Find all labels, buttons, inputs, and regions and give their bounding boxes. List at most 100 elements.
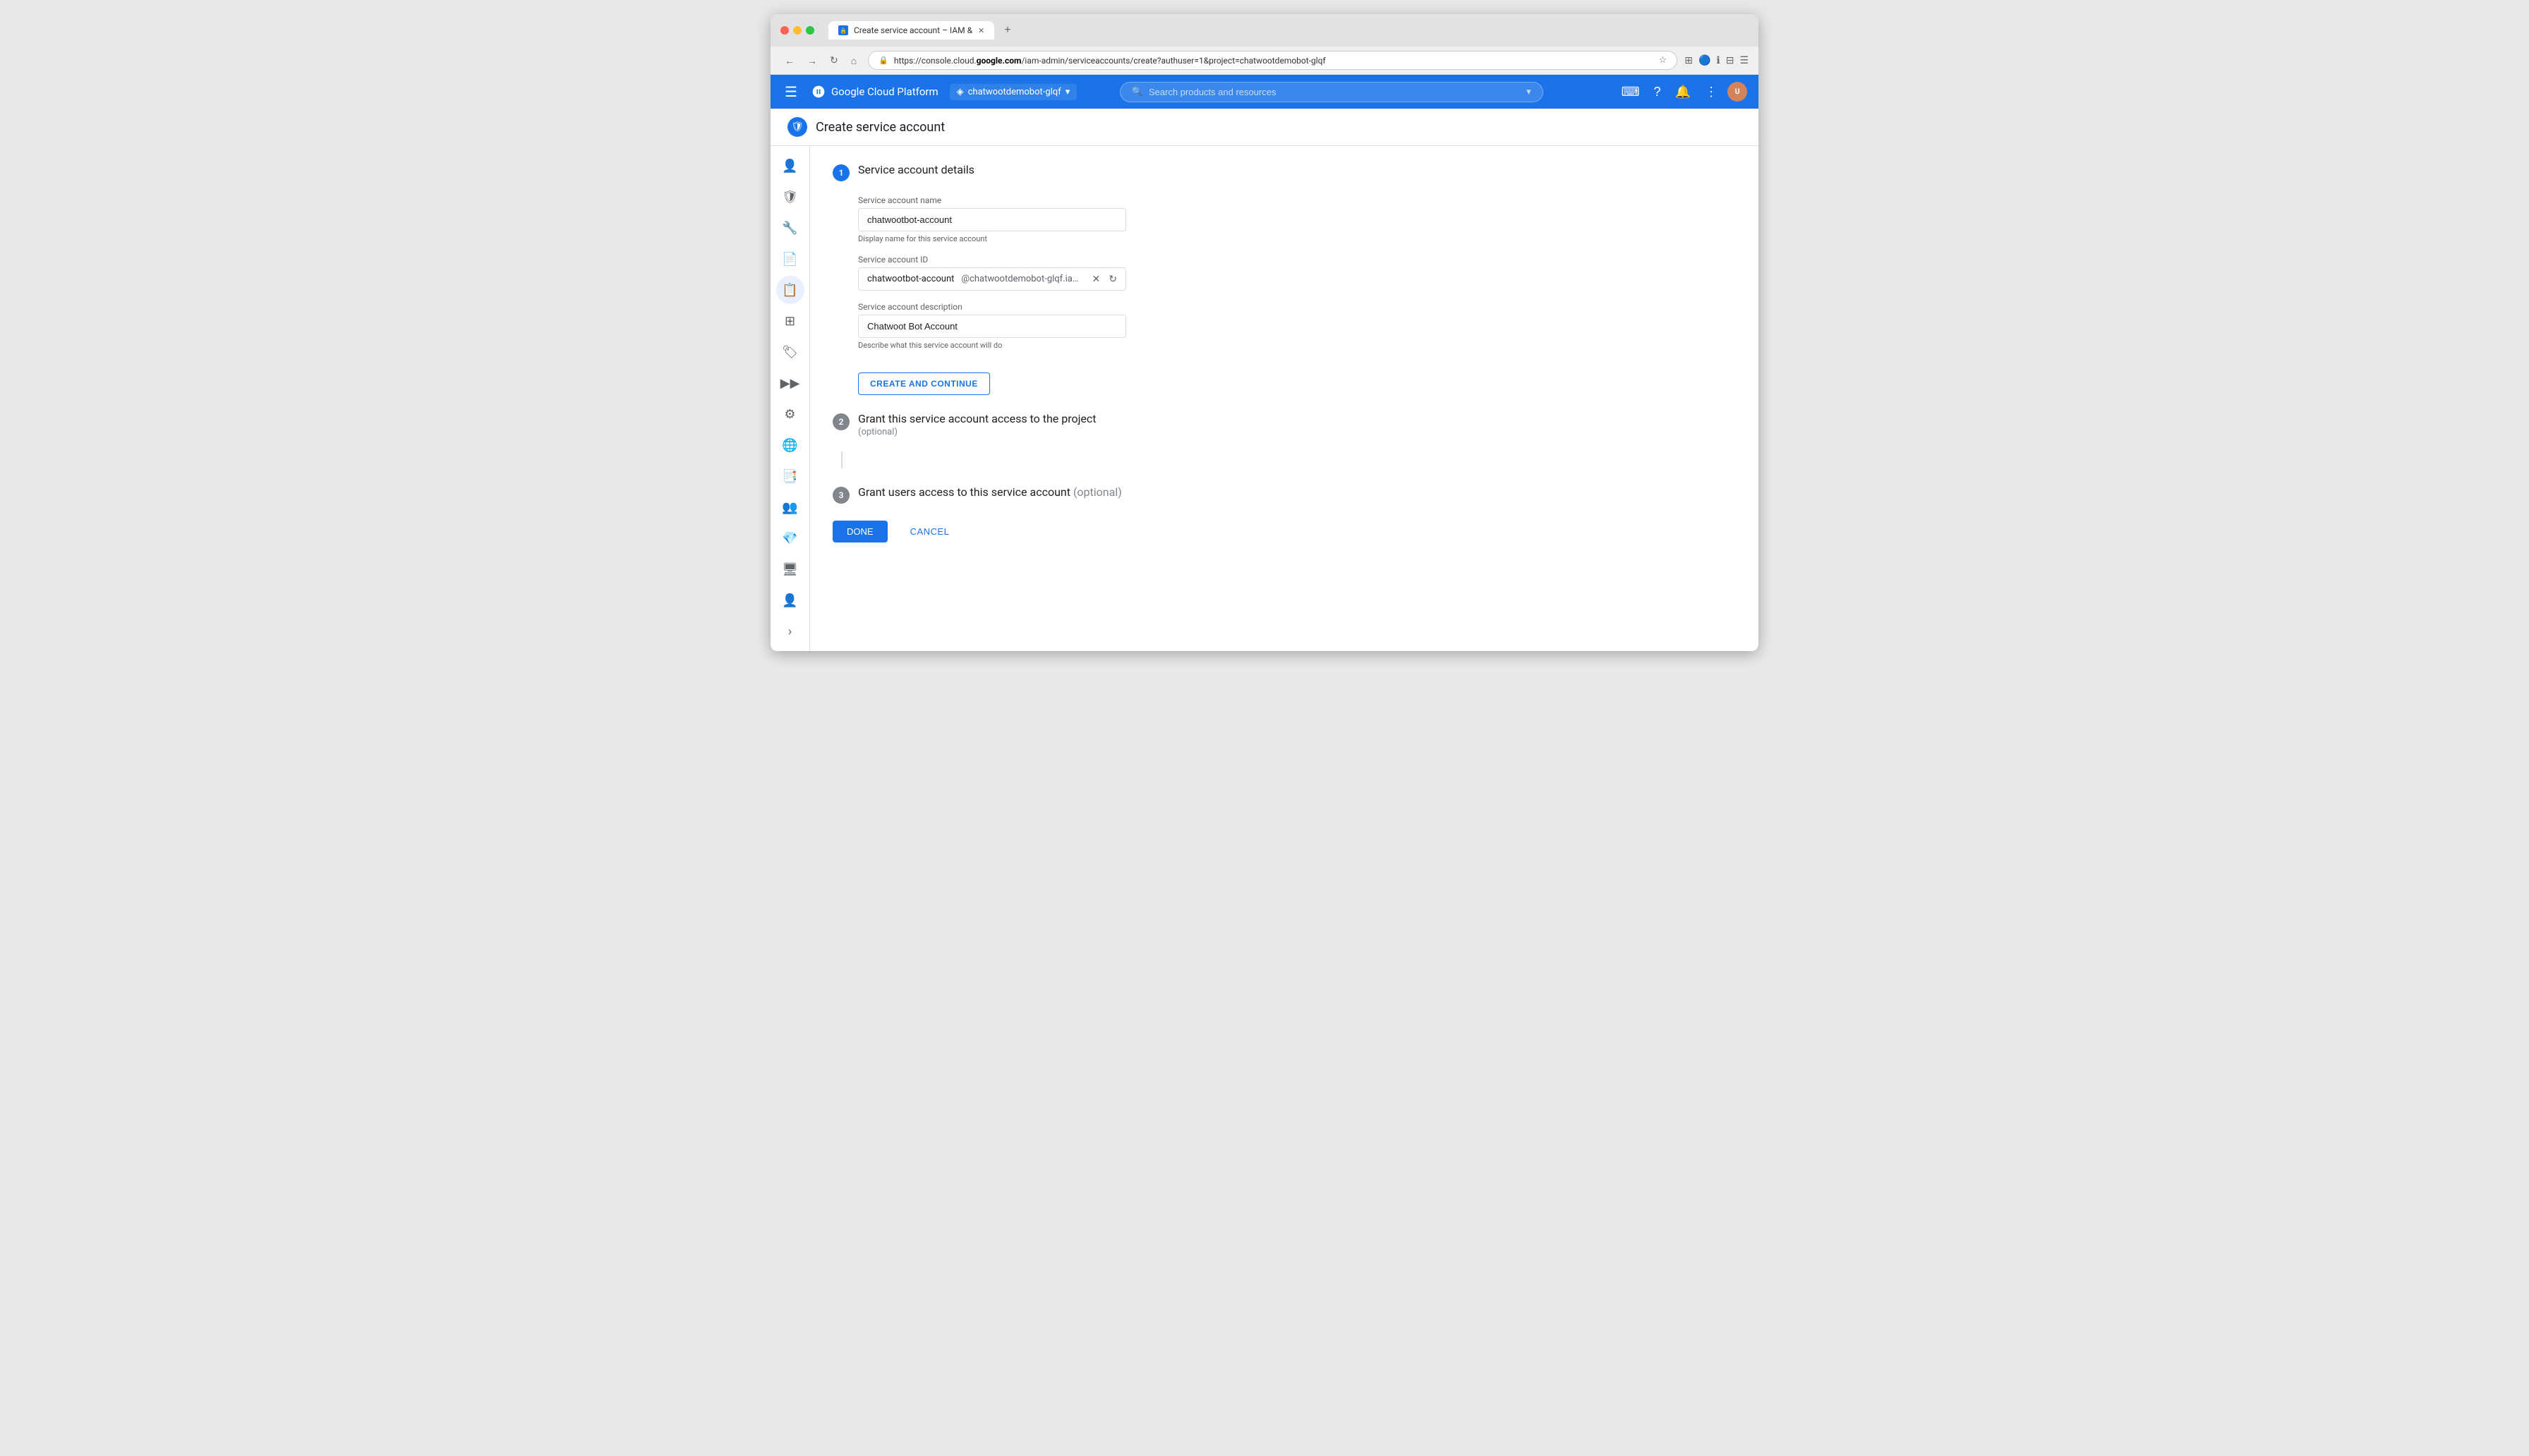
refresh-button[interactable]: ↻ xyxy=(826,51,843,69)
close-window-button[interactable] xyxy=(780,26,789,35)
info-button[interactable]: ℹ xyxy=(1716,54,1720,66)
url-text: https://console.cloud.google.com/iam-adm… xyxy=(894,56,1653,66)
service-account-id-actions: ✕ ↻ xyxy=(1084,270,1125,288)
gcp-project-dropdown-icon: ▾ xyxy=(1066,87,1070,97)
gcp-sidebar: 👤 🛡 🔧 📄 📋 ⊞ 🏷 ▶▶ ⚙ 🌐 📑 👥 💎 🖥 👤 › xyxy=(771,146,810,651)
bookmark-icon[interactable]: ☆ xyxy=(1659,55,1667,66)
done-button[interactable]: DONE xyxy=(833,521,888,542)
extensions-button[interactable]: ⊞ xyxy=(1684,54,1693,66)
gcp-project-name: chatwootdemobot-glqf xyxy=(968,87,1061,97)
gcp-main-content: 1 Service account details Service accoun… xyxy=(810,146,1758,651)
service-account-name-label: Service account name xyxy=(858,195,1736,205)
service-account-description-hint: Describe what this service account will … xyxy=(858,341,1736,350)
step3-optional: (optional) xyxy=(1073,485,1122,499)
sidebar-item-tools[interactable]: 🔧 xyxy=(776,214,804,242)
step3-header: 3 Grant users access to this service acc… xyxy=(833,485,1736,504)
notifications-button[interactable]: 🔔 xyxy=(1671,80,1695,104)
cloud-shell-button[interactable]: ⌨ xyxy=(1617,80,1644,104)
maximize-window-button[interactable] xyxy=(806,26,814,35)
tab-favicon-icon: 🔒 xyxy=(838,25,848,35)
filter-button[interactable]: ⊟ xyxy=(1726,54,1734,66)
sidebar-item-reports[interactable]: 📑 xyxy=(776,462,804,490)
step2-header: 2 Grant this service account access to t… xyxy=(833,412,1736,437)
tab-close-button[interactable]: ✕ xyxy=(978,26,984,35)
new-tab-button[interactable]: + xyxy=(998,21,1016,40)
sidebar-item-policy[interactable]: 🌐 xyxy=(776,431,804,459)
browser-titlebar: 🔒 Create service account – IAM & ✕ + xyxy=(771,14,1758,47)
step2-title: Grant this service account access to the… xyxy=(858,412,1097,425)
active-tab[interactable]: 🔒 Create service account – IAM & ✕ xyxy=(828,21,994,40)
gcp-project-selector[interactable]: ◈ chatwootdemobot-glqf ▾ xyxy=(950,84,1078,100)
create-and-continue-button[interactable]: CREATE AND CONTINUE xyxy=(858,372,990,395)
gcp-topnav: ☰ Google Cloud Platform ◈ chatwootdemobo… xyxy=(771,75,1758,109)
gcp-logo-icon xyxy=(811,85,826,99)
sidebar-item-tags[interactable]: 🏷 xyxy=(776,338,804,366)
browser-window: 🔒 Create service account – IAM & ✕ + ← →… xyxy=(771,14,1758,651)
service-account-description-input[interactable] xyxy=(858,315,1126,338)
service-account-id-row: chatwootbot-account @chatwootdemobot-glq… xyxy=(858,267,1126,291)
address-bar: ← → ↻ ⌂ 🔒 https://console.cloud.google.c… xyxy=(771,47,1758,75)
gcp-logo-text: Google Cloud Platform xyxy=(831,85,938,98)
service-account-id-field: Service account ID chatwootbot-account @… xyxy=(858,255,1736,291)
gcp-search-dropdown-icon: ▾ xyxy=(1526,87,1531,97)
forward-button[interactable]: → xyxy=(803,51,821,69)
service-account-id-clear-button[interactable]: ✕ xyxy=(1090,270,1104,288)
step1-number: 1 xyxy=(833,164,850,181)
gcp-app: ☰ Google Cloud Platform ◈ chatwootdemobo… xyxy=(771,75,1758,651)
sidebar-item-roles[interactable]: 📋 xyxy=(776,276,804,304)
sidebar-item-config[interactable]: ⚙ xyxy=(776,400,804,428)
user-avatar[interactable]: U xyxy=(1727,82,1747,102)
browser-action-buttons: ⊞ 🔵 ℹ ⊟ ☰ xyxy=(1684,54,1749,66)
step3-number: 3 xyxy=(833,487,850,504)
sidebar-item-groups[interactable]: 👥 xyxy=(776,493,804,521)
service-account-id-refresh-button[interactable]: ↻ xyxy=(1106,270,1120,288)
gcp-logo[interactable]: Google Cloud Platform xyxy=(811,85,938,99)
tab-title: Create service account – IAM & xyxy=(854,25,972,35)
page-title: Create service account xyxy=(816,120,945,135)
sidebar-item-docs[interactable]: 📄 xyxy=(776,245,804,273)
step1-form: Service account name Display name for th… xyxy=(858,195,1736,395)
sidebar-item-more[interactable]: ▶▶ xyxy=(776,369,804,397)
more-button[interactable]: ☰ xyxy=(1739,54,1749,66)
page-header: 🛡 Create service account xyxy=(771,109,1758,146)
step2-title-group: Grant this service account access to the… xyxy=(858,412,1097,437)
sidebar-item-people[interactable]: 👤 xyxy=(776,586,804,614)
sidebar-item-workload[interactable]: ⊞ xyxy=(776,307,804,335)
gcp-search-bar[interactable]: 🔍 ▾ xyxy=(1120,82,1543,102)
step3-title: Grant users access to this service accou… xyxy=(858,485,1122,499)
gcp-menu-button[interactable]: ☰ xyxy=(782,80,800,104)
service-account-id-suffix: @chatwootdemobot-glqf.iam.gserviceaccoun… xyxy=(958,268,1083,290)
home-button[interactable]: ⌂ xyxy=(847,51,861,69)
sidebar-item-service-accounts[interactable]: 🛡 xyxy=(776,183,804,211)
back-button[interactable]: ← xyxy=(780,51,799,69)
minimize-window-button[interactable] xyxy=(793,26,802,35)
step1-header: 1 Service account details xyxy=(833,163,1736,181)
more-options-button[interactable]: ⋮ xyxy=(1701,80,1722,104)
bottom-actions: DONE CANCEL xyxy=(833,521,1736,542)
step1-title: Service account details xyxy=(858,163,974,176)
profile-button[interactable]: 🔵 xyxy=(1698,54,1710,66)
step2-number: 2 xyxy=(833,413,850,430)
service-account-name-field: Service account name Display name for th… xyxy=(858,195,1736,243)
url-bar[interactable]: 🔒 https://console.cloud.google.com/iam-a… xyxy=(868,51,1677,70)
cancel-button[interactable]: CANCEL xyxy=(899,521,961,542)
service-account-name-input[interactable] xyxy=(858,208,1126,231)
tab-bar: 🔒 Create service account – IAM & ✕ + xyxy=(828,21,1749,40)
gcp-search-icon: 🔍 xyxy=(1132,87,1143,97)
service-account-description-field: Service account description Describe wha… xyxy=(858,302,1736,350)
step3-title-group: Grant users access to this service accou… xyxy=(858,485,1122,499)
gcp-body: 👤 🛡 🔧 📄 📋 ⊞ 🏷 ▶▶ ⚙ 🌐 📑 👥 💎 🖥 👤 › xyxy=(771,146,1758,651)
sidebar-item-iam[interactable]: 👤 xyxy=(776,152,804,180)
service-account-description-label: Service account description xyxy=(858,302,1736,312)
step2-section: 2 Grant this service account access to t… xyxy=(833,412,1736,468)
step1-section: 1 Service account details Service accoun… xyxy=(833,163,1736,395)
help-button[interactable]: ? xyxy=(1650,80,1665,104)
step2-divider xyxy=(841,451,1736,468)
sidebar-item-console[interactable]: 🖥 xyxy=(776,555,804,583)
gcp-nav-actions: ⌨ ? 🔔 ⋮ U xyxy=(1617,80,1747,104)
nav-buttons: ← → ↻ ⌂ xyxy=(780,51,861,69)
gcp-search-input[interactable] xyxy=(1149,87,1521,97)
sidebar-item-assets[interactable]: 💎 xyxy=(776,524,804,552)
sidebar-expand-button[interactable]: › xyxy=(776,617,804,645)
iam-shield-icon: 🛡 xyxy=(787,117,807,137)
